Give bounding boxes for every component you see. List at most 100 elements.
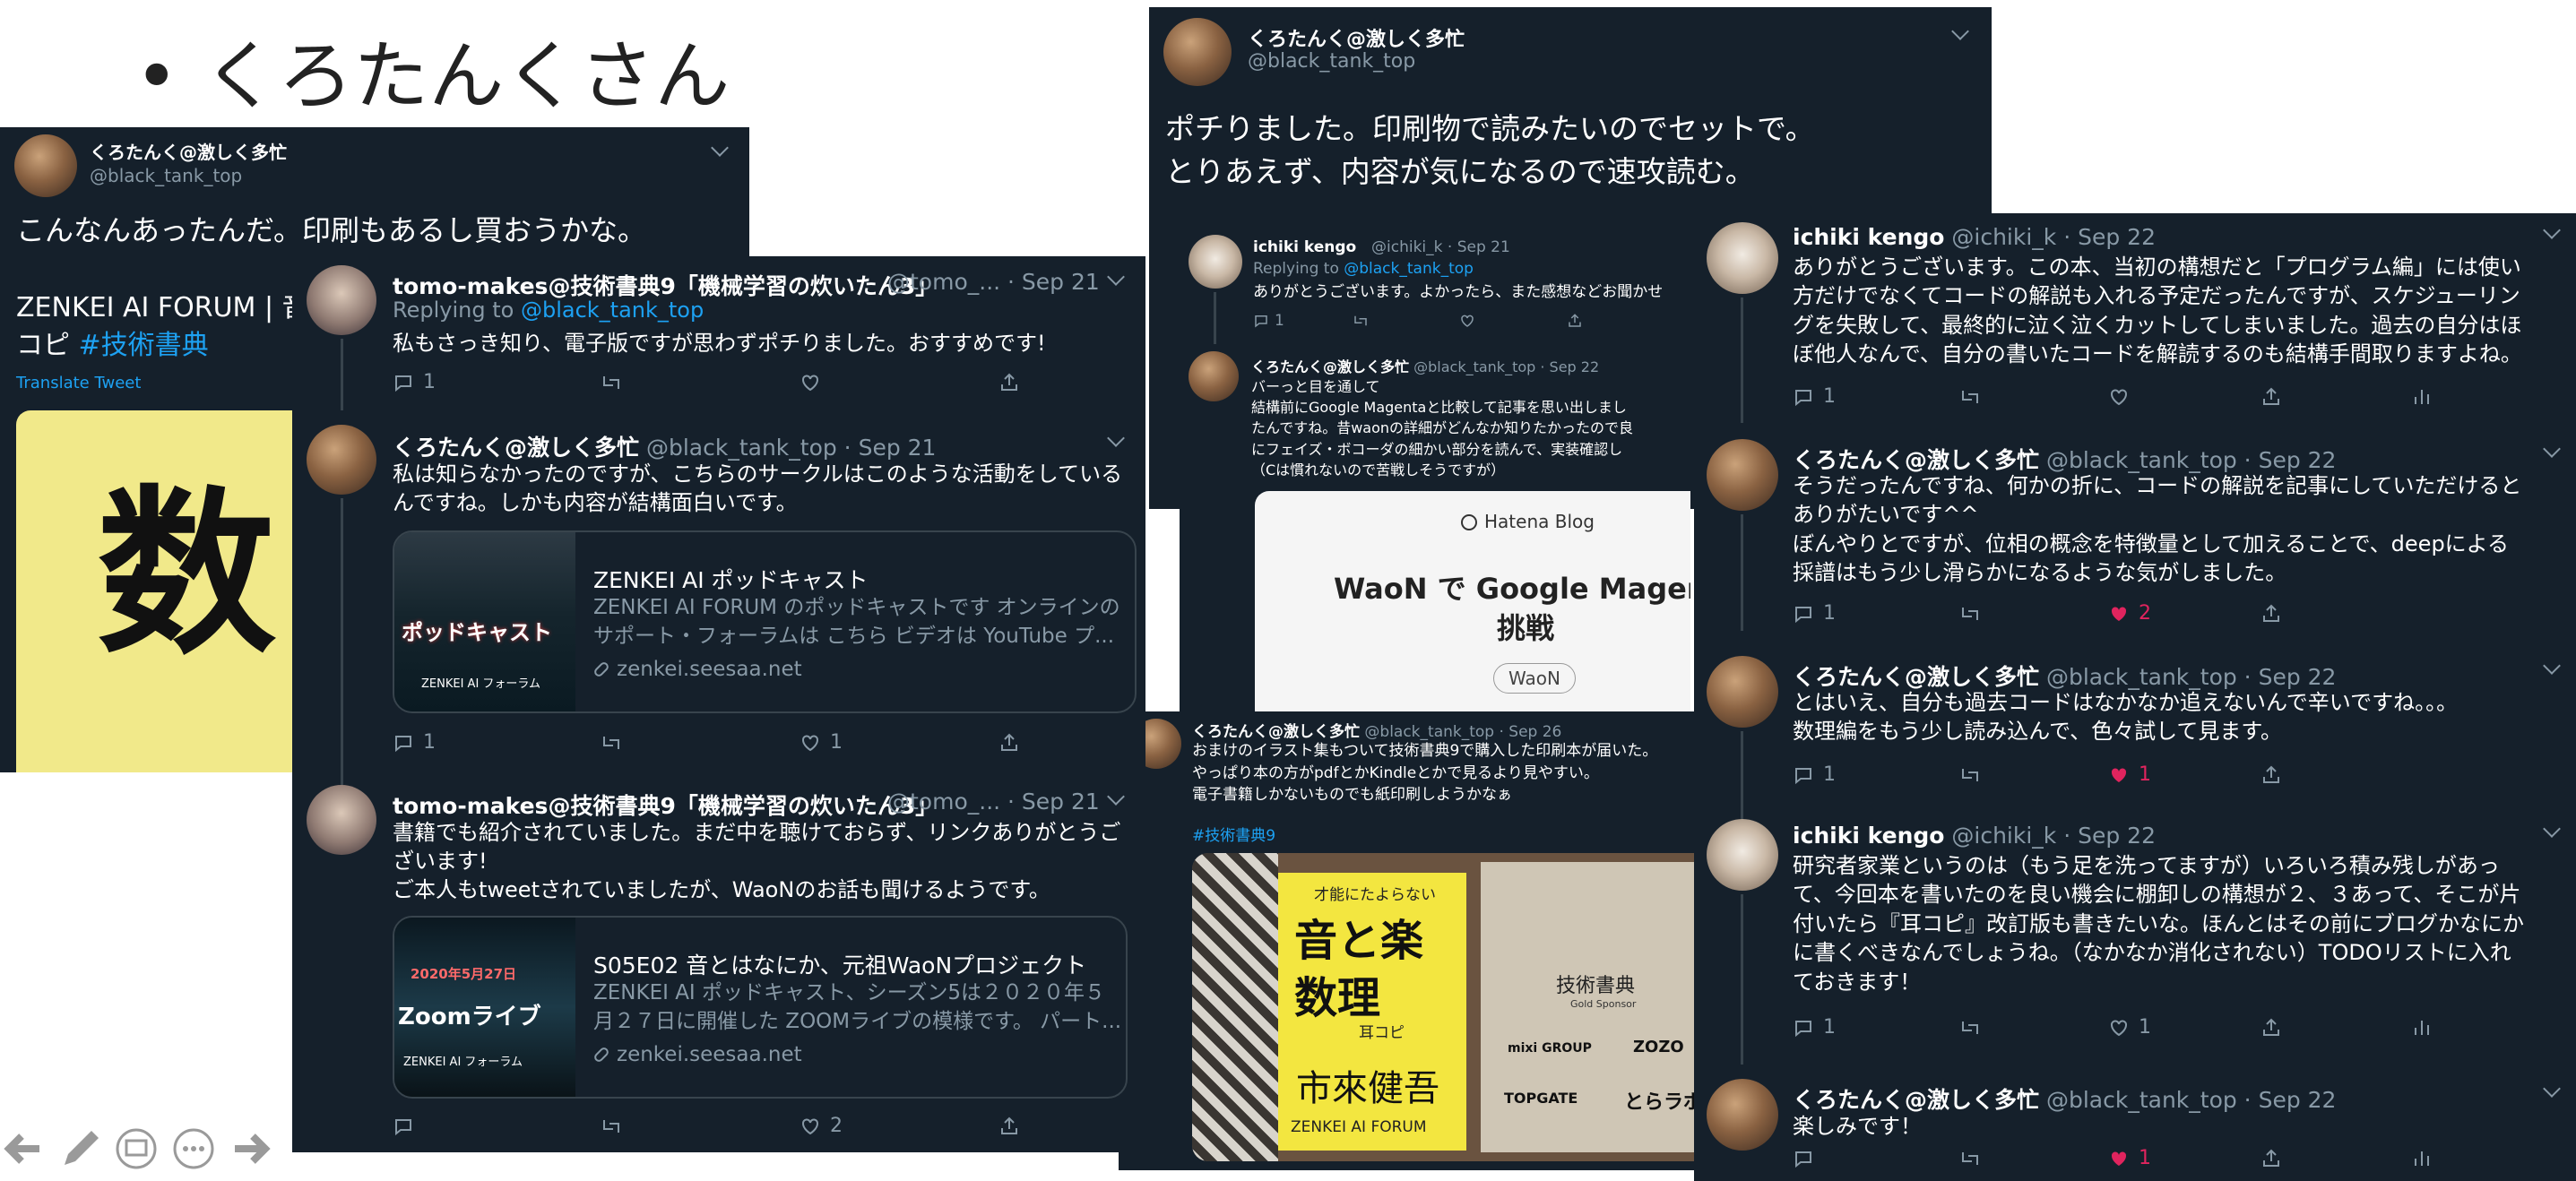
avatar[interactable]: [14, 134, 77, 197]
avatar[interactable]: [1189, 235, 1242, 289]
chevron-down-icon[interactable]: [1951, 22, 1969, 40]
subtitles-icon[interactable]: [115, 1127, 158, 1174]
share-button[interactable]: [2260, 386, 2411, 408]
tweet-author-name[interactable]: くろたんく@激しく多忙: [1251, 358, 1409, 375]
link-card[interactable]: ポッドキャスト ZENKEI AI フォーラム ZENKEI AI ポッドキャス…: [393, 530, 1137, 713]
avatar[interactable]: [1707, 439, 1778, 511]
retweet-button[interactable]: [599, 732, 800, 754]
link-card[interactable]: 2020年5月27日 Zoomライブ ZENKEI AI フォーラム S05E0…: [393, 916, 1128, 1099]
tweet-author-name[interactable]: くろたんく@激しく多忙: [1793, 1087, 2039, 1113]
retweet-button[interactable]: [1958, 1017, 2108, 1039]
tweet-author-name[interactable]: くろたんく@激しく多忙: [90, 138, 287, 164]
retweet-icon: [603, 1119, 619, 1133]
tweet-author-name[interactable]: くろたんく@激しく多忙: [393, 435, 639, 461]
chevron-down-icon[interactable]: [1107, 788, 1125, 806]
chevron-down-icon[interactable]: [2543, 657, 2561, 675]
tweet-author-handle[interactable]: @black_tank_top: [90, 165, 242, 186]
next-slide-arrow-icon[interactable]: [228, 1125, 274, 1176]
tweet-author-handle[interactable]: @black_tank_top: [1248, 50, 1415, 73]
tweet-author-name[interactable]: ichiki kengo: [1793, 224, 1944, 250]
chevron-down-icon[interactable]: [1107, 268, 1125, 286]
share-button[interactable]: [2260, 1148, 2411, 1169]
retweet-button[interactable]: [599, 372, 800, 393]
retweet-button[interactable]: [599, 1116, 800, 1137]
reply-button[interactable]: 1: [393, 731, 599, 754]
share-button[interactable]: [998, 1116, 1020, 1137]
chevron-down-icon[interactable]: [2543, 1080, 2561, 1098]
retweet-button[interactable]: [1958, 603, 2108, 625]
retweet-icon: [1962, 607, 1978, 620]
reply-button[interactable]: 1: [393, 371, 599, 393]
retweet-button[interactable]: [1958, 1148, 2108, 1169]
thread-line: [1741, 514, 1743, 631]
chevron-down-icon[interactable]: [711, 139, 729, 157]
replying-to-handle[interactable]: @black_tank_top: [1344, 260, 1474, 278]
share-button[interactable]: [2260, 764, 2282, 786]
hashtag-link[interactable]: #技術書典: [79, 330, 209, 361]
avatar[interactable]: [307, 265, 376, 335]
avatar[interactable]: [1707, 819, 1778, 891]
avatar[interactable]: [1189, 351, 1239, 401]
like-button[interactable]: [2108, 386, 2260, 408]
tweet-author-name[interactable]: ichiki kengo: [1793, 823, 1944, 849]
reply-button[interactable]: 1: [1253, 312, 1352, 330]
translate-tweet-link[interactable]: Translate Tweet: [16, 374, 141, 392]
blog-link-card[interactable]: Hatena Blog WaoN で Google Magenta 挑戦 Wao…: [1255, 491, 1690, 720]
reply-button[interactable]: 1: [1793, 602, 1958, 625]
tweet-author-name[interactable]: くろたんく@激しく多忙: [1248, 23, 1465, 52]
like-button[interactable]: 1: [2108, 763, 2260, 786]
like-count: 1: [2139, 1147, 2151, 1169]
like-button[interactable]: 1: [2108, 1147, 2260, 1169]
reply-author-name[interactable]: ichiki kengo: [1253, 238, 1356, 256]
chevron-down-icon[interactable]: [2543, 221, 2561, 239]
retweet-button[interactable]: [1958, 764, 2108, 786]
reply-button[interactable]: [393, 1116, 599, 1137]
replying-to-handle[interactable]: @black_tank_top: [521, 297, 704, 323]
share-button[interactable]: [998, 372, 1020, 393]
tweet-text-line: 方だけでなくてコードの解説も入れる予定だったんですが、スケジューリン: [1793, 283, 2520, 309]
tweet-author-name[interactable]: tomo-makes@技術書典9「機械学習の炊いたん3」: [393, 789, 938, 821]
tweet-text: おまけのイラスト集もついて技術書典9で購入した印刷本が届いた。 やっぱり本の方が…: [1192, 740, 1657, 806]
retweet-button[interactable]: [1352, 313, 1459, 329]
analytics-button[interactable]: [2411, 1148, 2433, 1169]
like-button[interactable]: 2: [800, 1115, 998, 1137]
tweet-photo[interactable]: 才能にたよらない 音と楽 数理 耳コピ 市來健吾 ZENKEI AI FORUM…: [1192, 853, 1742, 1161]
like-button[interactable]: [800, 372, 998, 393]
avatar[interactable]: [307, 785, 376, 855]
share-button[interactable]: [998, 732, 1020, 754]
share-button[interactable]: [1567, 313, 1583, 329]
previous-slide-arrow-icon[interactable]: [0, 1125, 47, 1176]
reply-button[interactable]: [1793, 1148, 1958, 1169]
avatar[interactable]: [1707, 1079, 1778, 1151]
share-button[interactable]: [2260, 1017, 2411, 1039]
share-button[interactable]: [2260, 603, 2282, 625]
blog-tag[interactable]: WaoN: [1493, 663, 1576, 694]
hashtag-link[interactable]: #技術書典9: [1192, 823, 1275, 845]
tweet-author-name[interactable]: くろたんく@激しく多忙: [1192, 723, 1360, 741]
chevron-down-icon[interactable]: [1107, 429, 1125, 447]
avatar[interactable]: [307, 425, 376, 495]
reply-button[interactable]: 1: [1793, 1016, 1958, 1039]
more-options-icon[interactable]: [172, 1127, 215, 1174]
chevron-down-icon[interactable]: [2543, 820, 2561, 838]
like-button[interactable]: [1459, 313, 1567, 329]
reply-button[interactable]: 1: [1793, 763, 1958, 786]
avatar[interactable]: [1163, 18, 1232, 86]
tweet-text-fragment: コピ: [16, 330, 70, 361]
tweet-author-name[interactable]: くろたんく@激しく多忙: [1793, 664, 2039, 690]
retweet-button[interactable]: [1958, 386, 2108, 408]
analytics-button[interactable]: [2411, 386, 2433, 408]
pen-tool-icon[interactable]: [56, 1124, 106, 1177]
like-button[interactable]: 1: [800, 731, 998, 754]
analytics-button[interactable]: [2411, 1017, 2433, 1039]
avatar[interactable]: [1707, 656, 1778, 728]
avatar[interactable]: [1707, 222, 1778, 294]
chevron-down-icon[interactable]: [2543, 440, 2561, 458]
like-button[interactable]: 1: [2108, 1016, 2260, 1039]
tweet-meta: @black_tank_top · Sep 26: [1364, 723, 1562, 741]
reply-button[interactable]: 1: [1793, 385, 1958, 408]
like-button[interactable]: 2: [2108, 602, 2260, 625]
tweet-author-name[interactable]: tomo-makes@技術書典9「機械学習の炊いたん3」: [393, 269, 938, 301]
tweet-author-name[interactable]: くろたんく@激しく多忙: [1793, 447, 2039, 473]
book-cover-image[interactable]: 数: [16, 410, 303, 772]
